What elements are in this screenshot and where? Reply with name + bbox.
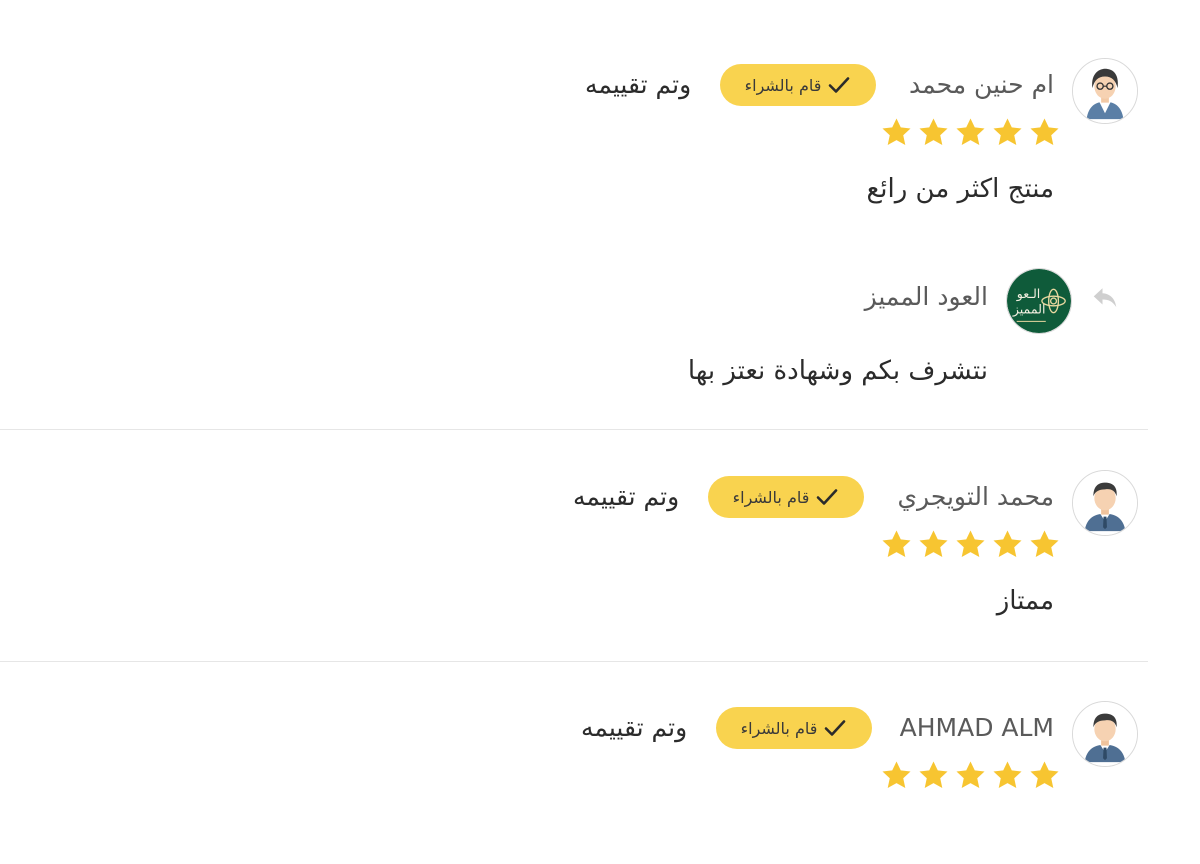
woman-avatar-icon <box>1072 58 1138 124</box>
star-icon <box>993 118 1022 146</box>
star-icon <box>919 118 948 146</box>
divider <box>0 429 1148 430</box>
review-comment: منتج اكثر من رائع <box>866 174 1054 204</box>
check-icon <box>817 489 838 505</box>
star-icon <box>993 530 1022 558</box>
star-icon <box>882 118 911 146</box>
star-icon <box>919 761 948 789</box>
divider <box>0 661 1148 662</box>
purchased-badge: قام بالشراء <box>708 476 864 518</box>
star-icon <box>956 530 985 558</box>
reviewer-name: محمد التويجري <box>897 482 1054 511</box>
review-comment: ممتاز <box>996 586 1054 616</box>
rating-stars <box>880 116 1061 149</box>
purchased-badge: قام بالشراء <box>720 64 876 106</box>
star-icon <box>1030 761 1059 789</box>
check-icon <box>825 720 846 736</box>
star-icon <box>956 761 985 789</box>
purchased-badge-label: قام بالشراء <box>732 487 810 507</box>
reviewer-name: AHMAD ALM <box>899 713 1054 742</box>
svg-text:الـعو: الـعو <box>1016 286 1041 302</box>
purchased-badge: قام بالشراء <box>716 707 872 749</box>
store-logo-icon: الـعو المميز <box>1006 268 1072 334</box>
star-icon <box>956 118 985 146</box>
star-icon <box>1030 530 1059 558</box>
star-icon <box>993 761 1022 789</box>
reply-arrow-icon <box>1093 288 1117 307</box>
man-avatar-icon <box>1072 701 1138 767</box>
star-icon <box>882 530 911 558</box>
rated-text: وتم تقييمه <box>585 70 692 99</box>
purchased-badge-label: قام بالشراء <box>740 718 818 738</box>
rating-stars <box>880 759 1061 792</box>
rating-stars <box>880 528 1061 561</box>
man-avatar-icon <box>1072 470 1138 536</box>
star-icon <box>882 761 911 789</box>
svg-text:المميز: المميز <box>1012 302 1046 318</box>
reviewer-name: ام حنين محمد <box>909 70 1054 99</box>
reply-author-name: العود المميز <box>864 282 988 311</box>
reply-comment: نتشرف بكم وشهادة نعتز بها <box>687 356 988 386</box>
rated-text: وتم تقييمه <box>573 482 680 511</box>
purchased-badge-label: قام بالشراء <box>744 75 822 95</box>
star-icon <box>919 530 948 558</box>
check-icon <box>829 77 850 93</box>
rated-text: وتم تقييمه <box>581 713 688 742</box>
star-icon <box>1030 118 1059 146</box>
